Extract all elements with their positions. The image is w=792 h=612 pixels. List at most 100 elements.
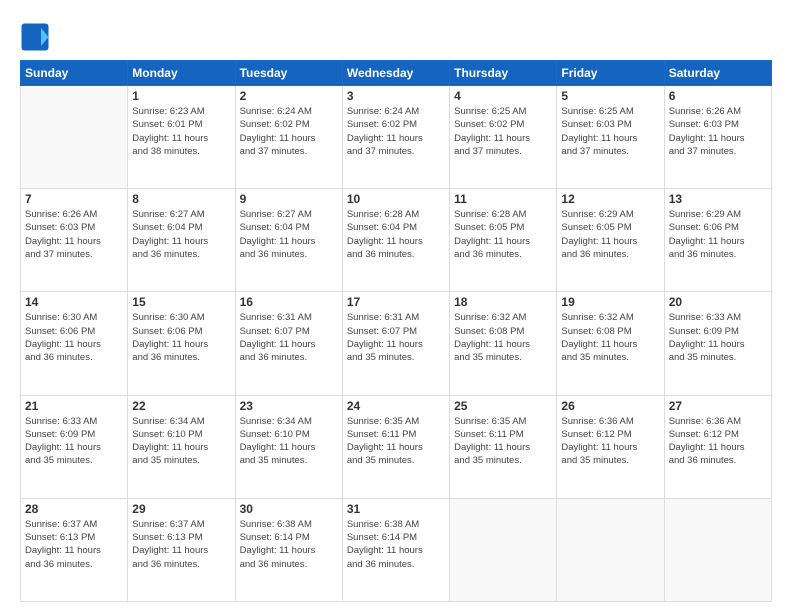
day-info: Sunrise: 6:30 AM Sunset: 6:06 PM Dayligh…: [132, 311, 230, 364]
calendar-cell: 31 Sunrise: 6:38 AM Sunset: 6:14 PM Dayli…: [342, 498, 449, 601]
day-info: Sunrise: 6:38 AM Sunset: 6:14 PM Dayligh…: [347, 518, 445, 571]
day-info: Sunrise: 6:36 AM Sunset: 6:12 PM Dayligh…: [561, 415, 659, 468]
day-number: 24: [347, 399, 445, 413]
calendar-cell: 7 Sunrise: 6:26 AM Sunset: 6:03 PM Daylig…: [21, 189, 128, 292]
day-number: 25: [454, 399, 552, 413]
calendar-cell: 2 Sunrise: 6:24 AM Sunset: 6:02 PM Daylig…: [235, 86, 342, 189]
day-number: 4: [454, 89, 552, 103]
day-number: 7: [25, 192, 123, 206]
calendar-week-row: 7 Sunrise: 6:26 AM Sunset: 6:03 PM Daylig…: [21, 189, 772, 292]
day-header-sunday: Sunday: [21, 61, 128, 86]
day-header-friday: Friday: [557, 61, 664, 86]
calendar-cell: 11 Sunrise: 6:28 AM Sunset: 6:05 PM Dayli…: [450, 189, 557, 292]
calendar-cell: 5Sunrise: 6:25 AM Sunset: 6:03 PM Daylig…: [557, 86, 664, 189]
day-number: 31: [347, 502, 445, 516]
day-info: Sunrise: 6:37 AM Sunset: 6:13 PM Dayligh…: [25, 518, 123, 571]
day-number: 23: [240, 399, 338, 413]
day-info: Sunrise: 6:33 AM Sunset: 6:09 PM Dayligh…: [25, 415, 123, 468]
calendar-cell: 19Sunrise: 6:32 AM Sunset: 6:08 PM Dayli…: [557, 292, 664, 395]
calendar-cell: 9Sunrise: 6:27 AM Sunset: 6:04 PM Daylig…: [235, 189, 342, 292]
calendar-cell: 16 Sunrise: 6:31 AM Sunset: 6:07 PM Dayli…: [235, 292, 342, 395]
calendar-cell: 15Sunrise: 6:30 AM Sunset: 6:06 PM Dayli…: [128, 292, 235, 395]
calendar-cell: [21, 86, 128, 189]
calendar-cell: 26Sunrise: 6:36 AM Sunset: 6:12 PM Dayli…: [557, 395, 664, 498]
calendar-cell: 20Sunrise: 6:33 AM Sunset: 6:09 PM Dayli…: [664, 292, 771, 395]
calendar-cell: 22 Sunrise: 6:34 AM Sunset: 6:10 PM Dayli…: [128, 395, 235, 498]
calendar-cell: 6 Sunrise: 6:26 AM Sunset: 6:03 PM Daylig…: [664, 86, 771, 189]
calendar-cell: 14 Sunrise: 6:30 AM Sunset: 6:06 PM Dayli…: [21, 292, 128, 395]
day-header-saturday: Saturday: [664, 61, 771, 86]
day-number: 12: [561, 192, 659, 206]
day-info: Sunrise: 6:34 AM Sunset: 6:10 PM Dayligh…: [240, 415, 338, 468]
day-number: 13: [669, 192, 767, 206]
day-info: Sunrise: 6:23 AM Sunset: 6:01 PM Dayligh…: [132, 105, 230, 158]
generalblue-icon: [20, 22, 50, 52]
day-number: 14: [25, 295, 123, 309]
day-number: 20: [669, 295, 767, 309]
day-info: Sunrise: 6:25 AM Sunset: 6:02 PM Dayligh…: [454, 105, 552, 158]
day-number: 19: [561, 295, 659, 309]
day-number: 29: [132, 502, 230, 516]
day-info: Sunrise: 6:30 AM Sunset: 6:06 PM Dayligh…: [25, 311, 123, 364]
calendar-cell: 8Sunrise: 6:27 AM Sunset: 6:04 PM Daylig…: [128, 189, 235, 292]
day-number: 17: [347, 295, 445, 309]
day-number: 27: [669, 399, 767, 413]
day-number: 28: [25, 502, 123, 516]
calendar-cell: 12 Sunrise: 6:29 AM Sunset: 6:05 PM Dayli…: [557, 189, 664, 292]
calendar-cell: 24 Sunrise: 6:35 AM Sunset: 6:11 PM Dayli…: [342, 395, 449, 498]
day-info: Sunrise: 6:25 AM Sunset: 6:03 PM Dayligh…: [561, 105, 659, 158]
day-info: Sunrise: 6:26 AM Sunset: 6:03 PM Dayligh…: [25, 208, 123, 261]
day-number: 10: [347, 192, 445, 206]
day-info: Sunrise: 6:34 AM Sunset: 6:10 PM Dayligh…: [132, 415, 230, 468]
day-info: Sunrise: 6:29 AM Sunset: 6:06 PM Dayligh…: [669, 208, 767, 261]
day-info: Sunrise: 6:28 AM Sunset: 6:05 PM Dayligh…: [454, 208, 552, 261]
day-info: Sunrise: 6:26 AM Sunset: 6:03 PM Dayligh…: [669, 105, 767, 158]
calendar-table: SundayMondayTuesdayWednesdayThursdayFrid…: [20, 60, 772, 602]
day-number: 22: [132, 399, 230, 413]
day-info: Sunrise: 6:24 AM Sunset: 6:02 PM Dayligh…: [347, 105, 445, 158]
calendar-cell: 29 Sunrise: 6:37 AM Sunset: 6:13 PM Dayli…: [128, 498, 235, 601]
day-number: 11: [454, 192, 552, 206]
day-number: 1: [132, 89, 230, 103]
day-info: Sunrise: 6:35 AM Sunset: 6:11 PM Dayligh…: [454, 415, 552, 468]
day-info: Sunrise: 6:32 AM Sunset: 6:08 PM Dayligh…: [454, 311, 552, 364]
calendar-week-row: 14 Sunrise: 6:30 AM Sunset: 6:06 PM Dayli…: [21, 292, 772, 395]
day-number: 18: [454, 295, 552, 309]
day-info: Sunrise: 6:31 AM Sunset: 6:07 PM Dayligh…: [240, 311, 338, 364]
day-info: Sunrise: 6:24 AM Sunset: 6:02 PM Dayligh…: [240, 105, 338, 158]
day-info: Sunrise: 6:27 AM Sunset: 6:04 PM Dayligh…: [132, 208, 230, 261]
day-header-thursday: Thursday: [450, 61, 557, 86]
calendar-cell: 13 Sunrise: 6:29 AM Sunset: 6:06 PM Dayli…: [664, 189, 771, 292]
calendar-cell: 18 Sunrise: 6:32 AM Sunset: 6:08 PM Dayli…: [450, 292, 557, 395]
calendar-week-row: 21 Sunrise: 6:33 AM Sunset: 6:09 PM Dayli…: [21, 395, 772, 498]
calendar-cell: 25 Sunrise: 6:35 AM Sunset: 6:11 PM Dayli…: [450, 395, 557, 498]
day-number: 21: [25, 399, 123, 413]
calendar-header-row: SundayMondayTuesdayWednesdayThursdayFrid…: [21, 61, 772, 86]
calendar-week-row: 1 Sunrise: 6:23 AM Sunset: 6:01 PM Daylig…: [21, 86, 772, 189]
calendar-week-row: 28 Sunrise: 6:37 AM Sunset: 6:13 PM Dayli…: [21, 498, 772, 601]
header: [20, 18, 772, 52]
day-info: Sunrise: 6:31 AM Sunset: 6:07 PM Dayligh…: [347, 311, 445, 364]
calendar-cell: 28 Sunrise: 6:37 AM Sunset: 6:13 PM Dayli…: [21, 498, 128, 601]
day-info: Sunrise: 6:37 AM Sunset: 6:13 PM Dayligh…: [132, 518, 230, 571]
calendar-cell: 17 Sunrise: 6:31 AM Sunset: 6:07 PM Dayli…: [342, 292, 449, 395]
day-header-tuesday: Tuesday: [235, 61, 342, 86]
calendar-cell: [557, 498, 664, 601]
calendar-cell: 27Sunrise: 6:36 AM Sunset: 6:12 PM Dayli…: [664, 395, 771, 498]
day-number: 3: [347, 89, 445, 103]
day-header-monday: Monday: [128, 61, 235, 86]
calendar-cell: [450, 498, 557, 601]
day-info: Sunrise: 6:27 AM Sunset: 6:04 PM Dayligh…: [240, 208, 338, 261]
day-number: 6: [669, 89, 767, 103]
day-info: Sunrise: 6:38 AM Sunset: 6:14 PM Dayligh…: [240, 518, 338, 571]
calendar-cell: 1 Sunrise: 6:23 AM Sunset: 6:01 PM Daylig…: [128, 86, 235, 189]
day-number: 16: [240, 295, 338, 309]
calendar-cell: 30 Sunrise: 6:38 AM Sunset: 6:14 PM Dayli…: [235, 498, 342, 601]
calendar-cell: 3 Sunrise: 6:24 AM Sunset: 6:02 PM Daylig…: [342, 86, 449, 189]
day-number: 30: [240, 502, 338, 516]
day-info: Sunrise: 6:35 AM Sunset: 6:11 PM Dayligh…: [347, 415, 445, 468]
day-info: Sunrise: 6:29 AM Sunset: 6:05 PM Dayligh…: [561, 208, 659, 261]
calendar-cell: 21 Sunrise: 6:33 AM Sunset: 6:09 PM Dayli…: [21, 395, 128, 498]
day-info: Sunrise: 6:28 AM Sunset: 6:04 PM Dayligh…: [347, 208, 445, 261]
day-number: 2: [240, 89, 338, 103]
